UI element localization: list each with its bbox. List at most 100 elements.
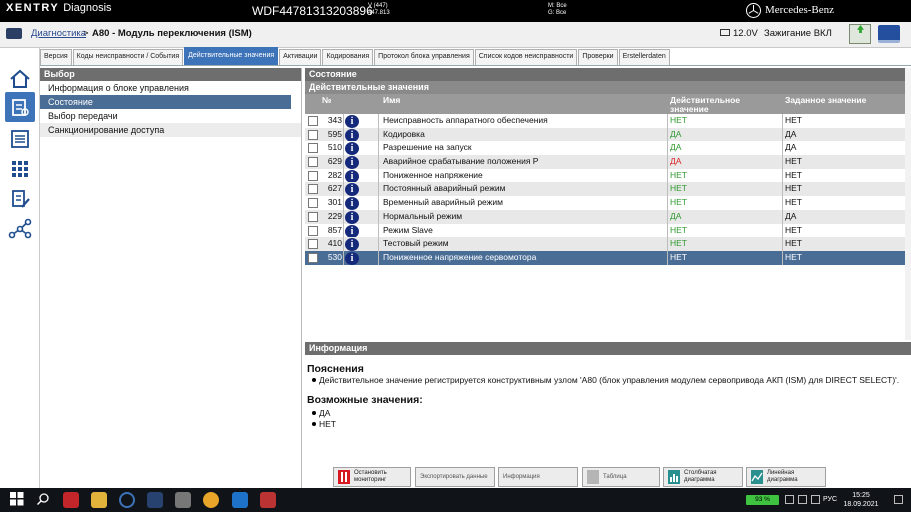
tab-codings[interactable]: Кодирования xyxy=(322,49,374,65)
selection-item-control-unit-info[interactable]: Информация о блоке управления xyxy=(40,81,301,95)
table-row[interactable]: 627 i Постоянный аварийный режим НЕТ НЕТ xyxy=(305,182,911,197)
document-edit-icon[interactable] xyxy=(5,184,35,214)
tab-checks[interactable]: Проверки xyxy=(578,49,618,65)
notifications-icon[interactable] xyxy=(894,495,903,504)
language-indicator[interactable]: РУС xyxy=(823,496,837,503)
row-checkbox[interactable] xyxy=(308,252,318,263)
table-row[interactable]: 229 i Нормальный режим ДА ДА xyxy=(305,209,911,224)
table-button[interactable]: Таблица xyxy=(582,467,660,487)
information-button[interactable]: Информация xyxy=(498,467,578,487)
stop-monitoring-button[interactable]: Остановить мониторинг xyxy=(333,467,411,487)
table-row[interactable]: 343 i Неисправность аппаратного обеспечени… xyxy=(305,114,911,128)
internet-explorer-icon[interactable] xyxy=(232,492,248,508)
upload-print-icon[interactable] xyxy=(849,24,871,44)
row-checkbox[interactable] xyxy=(308,157,318,168)
volume-tray-icon[interactable] xyxy=(811,495,820,504)
table-row[interactable]: 510 i Разрешение на запуск ДА ДА xyxy=(305,141,911,156)
app-icon-red[interactable] xyxy=(63,492,79,508)
column-divider xyxy=(378,237,379,251)
column-divider xyxy=(343,127,344,142)
export-data-button[interactable]: Экспортировать данные xyxy=(415,467,495,487)
clock[interactable]: 15:25 18.09.2021 xyxy=(838,491,884,509)
app-icon-gray[interactable] xyxy=(175,492,191,508)
xentry-task-icon[interactable] xyxy=(147,492,163,508)
network-icon[interactable] xyxy=(5,214,35,244)
row-name: Неисправность аппаратного обеспечения xyxy=(383,115,548,125)
row-number: 595 xyxy=(327,128,342,139)
tab-fault-code-list[interactable]: Список кодов неисправности xyxy=(474,49,578,65)
line-chart-icon xyxy=(751,470,763,484)
row-checkbox[interactable] xyxy=(308,225,318,236)
app-icon-circle[interactable] xyxy=(119,492,135,508)
tab-control-unit-log[interactable]: Протокол блока управления xyxy=(374,49,474,65)
tray-icon[interactable] xyxy=(785,495,794,504)
column-header-set[interactable]: Заданное значение xyxy=(785,96,866,105)
table-row[interactable]: 301 i Временный аварийный режим НЕТ НЕТ xyxy=(305,196,911,211)
manual-book-icon[interactable] xyxy=(878,25,900,43)
column-divider xyxy=(343,209,344,224)
tab-version[interactable]: Версия xyxy=(40,49,72,65)
table-row[interactable]: 530 i Пониженное напряжение сервомотора НЕТ… xyxy=(305,250,911,265)
network-tray-icon[interactable] xyxy=(798,495,807,504)
column-header-num[interactable]: № xyxy=(322,96,331,105)
info-icon[interactable]: i xyxy=(345,238,359,252)
column-header-name[interactable]: Имя xyxy=(383,96,400,105)
table-row[interactable]: 857 i Режим Slave НЕТ НЕТ xyxy=(305,223,911,238)
info-icon[interactable]: i xyxy=(345,183,359,197)
diagnostics-icon[interactable] xyxy=(5,92,35,122)
column-divider xyxy=(343,141,344,156)
chrome-icon[interactable] xyxy=(203,492,219,508)
row-checkbox[interactable] xyxy=(308,211,318,222)
grid-icon[interactable] xyxy=(5,154,35,184)
table-row[interactable]: 282 i Пониженное напряжение НЕТ НЕТ xyxy=(305,168,911,183)
selection-item-access-authorization[interactable]: Санкционирование доступа xyxy=(40,123,301,137)
app-icon-doc[interactable] xyxy=(260,492,276,508)
tab-creator-data[interactable]: Erstellerdaten xyxy=(618,49,670,65)
list-icon[interactable] xyxy=(5,124,35,154)
selection-item-state[interactable]: Состояние xyxy=(40,95,291,109)
home-icon[interactable] xyxy=(5,64,35,94)
folder-icon[interactable] xyxy=(91,492,107,508)
tab-activations[interactable]: Активации xyxy=(279,49,322,65)
actual-values-header: Действительные значения xyxy=(305,81,911,94)
row-actual-value: НЕТ xyxy=(670,115,687,125)
info-icon[interactable]: i xyxy=(345,224,359,238)
line-chart-button[interactable]: Линейная диаграмма xyxy=(746,467,826,487)
row-checkbox[interactable] xyxy=(308,184,318,195)
search-icon[interactable] xyxy=(36,492,52,508)
row-checkbox[interactable] xyxy=(308,239,318,250)
row-checkbox[interactable] xyxy=(308,170,318,181)
tab-actual-values[interactable]: Действительные значения xyxy=(184,47,279,65)
info-icon[interactable]: i xyxy=(345,142,359,156)
info-icon[interactable]: i xyxy=(345,115,359,128)
mode-info: M: Все G: Все xyxy=(548,3,567,17)
table-row[interactable]: 410 i Тестовый режим НЕТ НЕТ xyxy=(305,237,911,252)
row-checkbox[interactable] xyxy=(308,129,318,140)
state-panel: Состояние Действительные значения № Имя … xyxy=(305,68,911,340)
info-icon[interactable]: i xyxy=(345,128,359,142)
vertical-scrollbar[interactable] xyxy=(905,68,911,340)
row-checkbox[interactable] xyxy=(308,116,318,126)
column-divider xyxy=(378,168,379,183)
info-icon[interactable]: i xyxy=(345,251,359,265)
tab-fault-codes[interactable]: Коды неисправности / События xyxy=(72,49,184,65)
information-label: Информация xyxy=(503,473,540,480)
table-row[interactable]: 595 i Кодировка ДА ДА xyxy=(305,127,911,142)
column-divider xyxy=(782,196,783,210)
breadcrumb-link-diagnostics[interactable]: Диагностика xyxy=(31,28,86,39)
bar-chart-button[interactable]: Столбчатая диаграмма xyxy=(663,467,743,487)
column-header-actual[interactable]: Действительное значение xyxy=(670,96,760,114)
table-row[interactable]: 629 i Аварийное срабатывание положения P ДА… xyxy=(305,155,911,170)
info-icon[interactable]: i xyxy=(345,197,359,211)
info-icon[interactable]: i xyxy=(345,169,359,183)
info-icon[interactable]: i xyxy=(345,210,359,224)
selection-item-gear-selection[interactable]: Выбор передачи xyxy=(40,109,301,123)
info-icon[interactable]: i xyxy=(345,156,359,170)
row-checkbox[interactable] xyxy=(308,198,318,209)
row-name: Тестовый режим xyxy=(383,238,449,249)
app-logo: XENTRY Diagnosis xyxy=(6,2,112,14)
windows-start-icon[interactable] xyxy=(10,492,26,508)
vehicle-icon[interactable] xyxy=(6,28,22,39)
battery-indicator[interactable]: 93 % xyxy=(746,495,779,505)
row-checkbox[interactable] xyxy=(308,143,318,154)
